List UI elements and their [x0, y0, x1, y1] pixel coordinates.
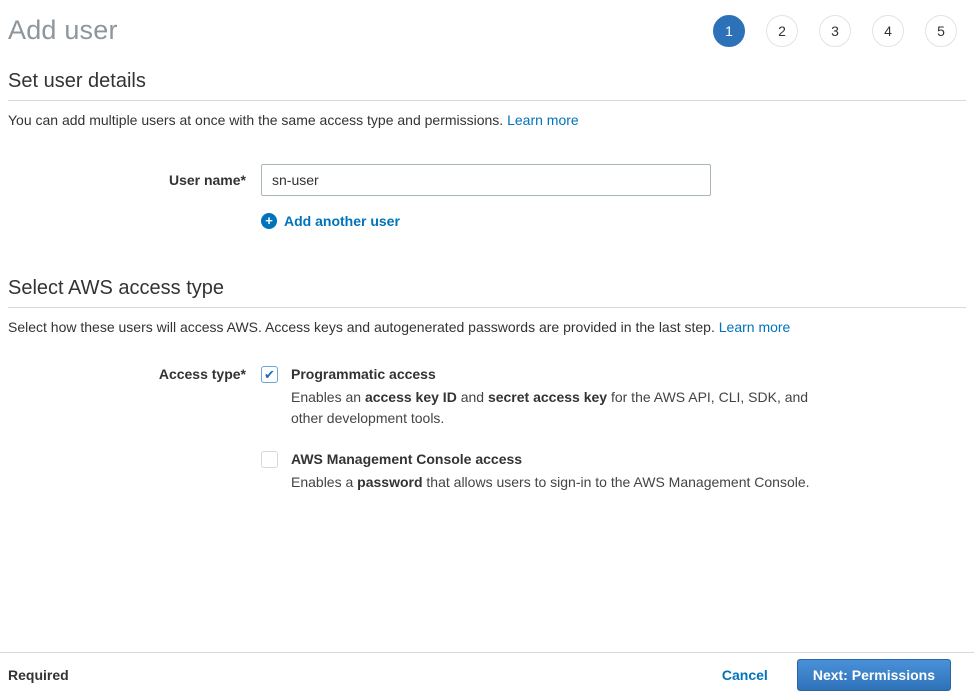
wizard-step-indicator: 1 2 3 4 5	[692, 15, 957, 47]
access-type-section: Select AWS access type Select how these …	[0, 276, 974, 493]
user-name-row: User name*	[8, 164, 966, 196]
cancel-button[interactable]: Cancel	[722, 667, 768, 683]
step-circle-2: 2	[766, 15, 798, 47]
step-circle-4: 4	[872, 15, 904, 47]
page-title: Add user	[8, 12, 118, 48]
section-divider	[8, 100, 966, 101]
programmatic-access-title: Programmatic access	[291, 365, 819, 384]
access-type-description: Select how these users will access AWS. …	[8, 319, 966, 336]
access-type-row: Access type* ✔ Programmatic access Enabl…	[8, 365, 966, 493]
desc-text-bold: password	[357, 474, 422, 490]
learn-more-link-user-details[interactable]: Learn more	[507, 112, 579, 128]
add-another-user-label: Add another user	[284, 213, 400, 229]
desc-text: that allows users to sign-in to the AWS …	[423, 474, 810, 490]
description-text: Select how these users will access AWS. …	[8, 319, 715, 335]
section-divider	[8, 307, 966, 308]
user-name-label: User name*	[16, 172, 246, 188]
required-label: Required	[8, 667, 69, 683]
console-access-option: AWS Management Console access Enables a …	[261, 450, 819, 493]
description-text: You can add multiple users at once with …	[8, 112, 503, 128]
footer-actions: Cancel Next: Permissions	[722, 659, 951, 691]
desc-text-bold: access key ID	[365, 389, 457, 405]
add-another-user-row: + Add another user	[8, 212, 966, 229]
set-user-details-description: You can add multiple users at once with …	[8, 112, 966, 129]
desc-text-bold: secret access key	[488, 389, 607, 405]
programmatic-access-option: ✔ Programmatic access Enables an access …	[261, 365, 819, 429]
programmatic-access-checkbox[interactable]: ✔	[261, 366, 278, 383]
step-circle-1: 1	[713, 15, 745, 47]
page-header: Add user 1 2 3 4 5	[0, 0, 974, 48]
plus-circle-icon: +	[261, 213, 277, 229]
programmatic-access-desc: Enables an access key ID and secret acce…	[291, 387, 819, 429]
add-another-user-button[interactable]: + Add another user	[261, 213, 400, 229]
add-user-page: Add user 1 2 3 4 5 Set user details You …	[0, 0, 974, 697]
learn-more-link-access-type[interactable]: Learn more	[719, 319, 791, 335]
set-user-details-heading: Set user details	[8, 69, 966, 93]
user-name-input[interactable]	[261, 164, 711, 196]
set-user-details-section: Set user details You can add multiple us…	[0, 69, 974, 229]
access-type-label: Access type*	[16, 366, 246, 382]
checkmark-icon: ✔	[264, 368, 275, 381]
console-access-checkbox[interactable]	[261, 451, 278, 468]
desc-text: and	[457, 389, 488, 405]
next-permissions-button[interactable]: Next: Permissions	[797, 659, 951, 691]
wizard-footer: Required Cancel Next: Permissions	[0, 652, 974, 697]
access-type-heading: Select AWS access type	[8, 276, 966, 300]
desc-text: Enables an	[291, 389, 365, 405]
desc-text: Enables a	[291, 474, 357, 490]
step-circle-5: 5	[925, 15, 957, 47]
step-circle-3: 3	[819, 15, 851, 47]
console-access-title: AWS Management Console access	[291, 450, 810, 469]
console-access-desc: Enables a password that allows users to …	[291, 472, 810, 493]
